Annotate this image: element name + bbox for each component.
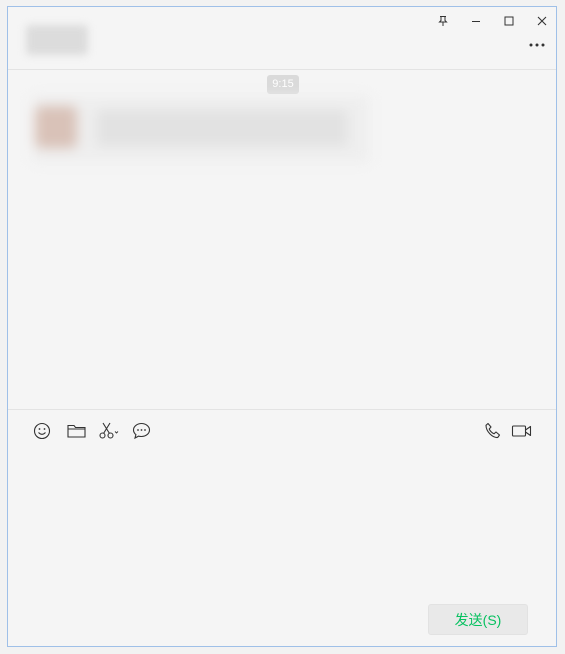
close-icon[interactable]	[529, 11, 555, 31]
message-input[interactable]	[16, 452, 548, 592]
message-item	[33, 96, 369, 162]
maximize-icon[interactable]	[496, 11, 522, 31]
folder-icon[interactable]	[64, 420, 88, 442]
pin-icon[interactable]	[430, 11, 456, 31]
message-bubble[interactable]	[97, 110, 347, 146]
title-bar	[8, 7, 556, 70]
scissors-icon[interactable]	[97, 420, 121, 442]
message-timestamp: 9:15	[267, 75, 299, 94]
minimize-icon[interactable]	[463, 11, 489, 31]
video-icon[interactable]	[510, 420, 534, 442]
composer-toolbar	[8, 409, 556, 450]
message-list: 9:15	[8, 70, 556, 409]
chat-bubble-icon[interactable]	[129, 420, 153, 442]
avatar[interactable]	[35, 106, 77, 148]
emoji-icon[interactable]	[30, 420, 54, 442]
phone-icon[interactable]	[481, 420, 505, 442]
send-button[interactable]: 发送(S)	[428, 604, 528, 635]
contact-name[interactable]	[26, 25, 88, 55]
more-icon[interactable]	[526, 37, 548, 53]
chat-window: 9:15 发送(S)	[7, 6, 557, 647]
